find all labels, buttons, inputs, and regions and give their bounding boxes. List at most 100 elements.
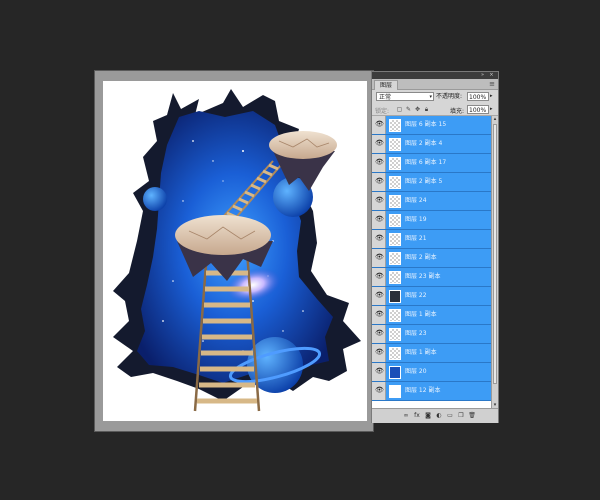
layer-row[interactable]: 👁︎ 图层 23 <box>372 325 491 344</box>
blend-row: 正常 ▾ 不透明度: 100% ▸ <box>372 91 498 103</box>
layer-name[interactable]: 图层 19 <box>405 216 427 224</box>
trash-icon[interactable]: 🗑︎ <box>468 412 476 420</box>
visibility-toggle[interactable]: 👁︎ <box>372 249 386 267</box>
layer-row[interactable]: 👁︎ 图层 1 副本 <box>372 344 491 363</box>
layer-row[interactable]: 👁︎ 图层 2 副本 <box>372 249 491 268</box>
eye-icon: 👁︎ <box>375 291 384 299</box>
layer-thumbnail[interactable] <box>389 176 401 189</box>
visibility-toggle[interactable]: 👁︎ <box>372 306 386 324</box>
layer-thumbnail[interactable] <box>389 347 401 360</box>
layer-row[interactable]: 👁︎ 图层 24 <box>372 192 491 211</box>
adjustment-layer-icon[interactable]: ◐ <box>435 412 443 420</box>
eye-icon: 👁︎ <box>375 234 384 242</box>
visibility-toggle[interactable]: 👁︎ <box>372 135 386 153</box>
collapse-icon[interactable]: » <box>480 73 485 78</box>
layer-thumbnail[interactable] <box>389 385 401 398</box>
layer-list-scrollbar[interactable]: ▴ ▾ <box>491 116 498 408</box>
opacity-slider-arrow-icon[interactable]: ▸ <box>490 93 493 99</box>
visibility-toggle[interactable]: 👁︎ <box>372 325 386 343</box>
layer-row[interactable]: 👁︎ 图层 6 副本 17 <box>372 154 491 173</box>
layer-thumbnail[interactable] <box>389 290 401 303</box>
blend-mode-select[interactable]: 正常 ▾ <box>376 92 434 101</box>
lock-row: 锁定: ▢ ✎ ✥ 🔒︎ 填充: 100% ▸ <box>372 104 498 116</box>
layer-thumbnail[interactable] <box>389 157 401 170</box>
layer-row[interactable]: 👁︎ 图层 20 <box>372 363 491 382</box>
add-mask-icon[interactable]: ◙ <box>424 412 432 420</box>
layer-row[interactable]: 👁︎ 图层 2 副本 4 <box>372 135 491 154</box>
layer-row[interactable]: 👁︎ 图层 6 副本 15 <box>372 116 491 135</box>
layer-name[interactable]: 图层 2 副本 <box>405 254 437 262</box>
space-hole-artwork <box>113 89 361 412</box>
layer-name[interactable]: 图层 23 <box>405 330 427 338</box>
layer-thumbnail[interactable] <box>389 309 401 322</box>
layer-thumbnail[interactable] <box>389 252 401 265</box>
eye-icon: 👁︎ <box>375 139 384 147</box>
panel-menu-icon[interactable]: ≡ <box>489 80 495 88</box>
layer-thumbnail[interactable] <box>389 271 401 284</box>
layers-panel: » × 图层 ≡ 正常 ▾ 不透明度: 100% ▸ 锁定: ▢ ✎ ✥ 🔒︎ … <box>371 71 499 423</box>
layer-name[interactable]: 图层 2 副本 4 <box>405 140 442 148</box>
layer-row[interactable]: 👁︎ 图层 21 <box>372 230 491 249</box>
layer-name[interactable]: 图层 1 副本 <box>405 349 437 357</box>
layer-thumbnail[interactable] <box>389 328 401 341</box>
lock-image-icon[interactable]: ✎ <box>405 106 412 113</box>
visibility-toggle[interactable]: 👁︎ <box>372 116 386 134</box>
lock-all-icon[interactable]: 🔒︎ <box>423 106 430 113</box>
visibility-toggle[interactable]: 👁︎ <box>372 154 386 172</box>
layer-name[interactable]: 图层 12 副本 <box>405 387 440 395</box>
eye-icon: 👁︎ <box>375 310 384 318</box>
layer-thumbnail[interactable] <box>389 366 401 379</box>
new-layer-icon[interactable]: ❐ <box>457 412 465 420</box>
eye-icon: 👁︎ <box>375 215 384 223</box>
opacity-input[interactable]: 100% <box>467 92 489 101</box>
document-window <box>94 70 374 432</box>
layer-name[interactable]: 图层 6 副本 17 <box>405 159 446 167</box>
fill-slider-arrow-icon[interactable]: ▸ <box>490 106 493 112</box>
group-folder-icon[interactable]: ▭ <box>446 412 454 420</box>
close-icon[interactable]: × <box>489 73 494 78</box>
canvas-artwork[interactable] <box>103 81 367 421</box>
layer-row[interactable]: 👁︎ 图层 2 副本 5 <box>372 173 491 192</box>
visibility-toggle[interactable]: 👁︎ <box>372 363 386 381</box>
layer-row[interactable]: 👁︎ 图层 12 副本 <box>372 382 491 401</box>
layer-name[interactable]: 图层 24 <box>405 197 427 205</box>
lock-position-icon[interactable]: ✥ <box>414 106 421 113</box>
visibility-toggle[interactable]: 👁︎ <box>372 211 386 229</box>
layer-name[interactable]: 图层 20 <box>405 368 427 376</box>
layer-name[interactable]: 图层 6 副本 15 <box>405 121 446 129</box>
visibility-toggle[interactable]: 👁︎ <box>372 287 386 305</box>
scroll-thumb[interactable] <box>493 124 497 384</box>
layer-thumbnail[interactable] <box>389 119 401 132</box>
panel-title-bar[interactable]: » × <box>372 72 498 79</box>
layer-name[interactable]: 图层 23 副本 <box>405 273 440 281</box>
eye-icon: 👁︎ <box>375 348 384 356</box>
layer-row[interactable]: 👁︎ 图层 23 副本 <box>372 268 491 287</box>
scroll-up-icon[interactable]: ▴ <box>492 116 498 122</box>
layer-thumbnail[interactable] <box>389 233 401 246</box>
eye-icon: 👁︎ <box>375 177 384 185</box>
lock-transparent-icon[interactable]: ▢ <box>396 106 403 113</box>
eye-icon: 👁︎ <box>375 367 384 375</box>
visibility-toggle[interactable]: 👁︎ <box>372 173 386 191</box>
layer-name[interactable]: 图层 2 副本 5 <box>405 178 442 186</box>
tab-layers[interactable]: 图层 <box>374 80 399 90</box>
layer-name[interactable]: 图层 22 <box>405 292 427 300</box>
fill-input[interactable]: 100% <box>467 105 489 114</box>
link-layers-icon[interactable]: ∞ <box>402 412 410 420</box>
layer-thumbnail[interactable] <box>389 195 401 208</box>
visibility-toggle[interactable]: 👁︎ <box>372 344 386 362</box>
fx-icon[interactable]: fx <box>413 412 421 420</box>
layer-row[interactable]: 👁︎ 图层 22 <box>372 287 491 306</box>
layer-name[interactable]: 图层 1 副本 <box>405 311 437 319</box>
layer-thumbnail[interactable] <box>389 138 401 151</box>
eye-icon: 👁︎ <box>375 196 384 204</box>
layer-row[interactable]: 👁︎ 图层 1 副本 <box>372 306 491 325</box>
visibility-toggle[interactable]: 👁︎ <box>372 382 386 400</box>
visibility-toggle[interactable]: 👁︎ <box>372 230 386 248</box>
visibility-toggle[interactable]: 👁︎ <box>372 192 386 210</box>
visibility-toggle[interactable]: 👁︎ <box>372 268 386 286</box>
layer-name[interactable]: 图层 21 <box>405 235 427 243</box>
layer-thumbnail[interactable] <box>389 214 401 227</box>
panel-tab-bar: 图层 ≡ <box>372 79 498 90</box>
layer-row[interactable]: 👁︎ 图层 19 <box>372 211 491 230</box>
